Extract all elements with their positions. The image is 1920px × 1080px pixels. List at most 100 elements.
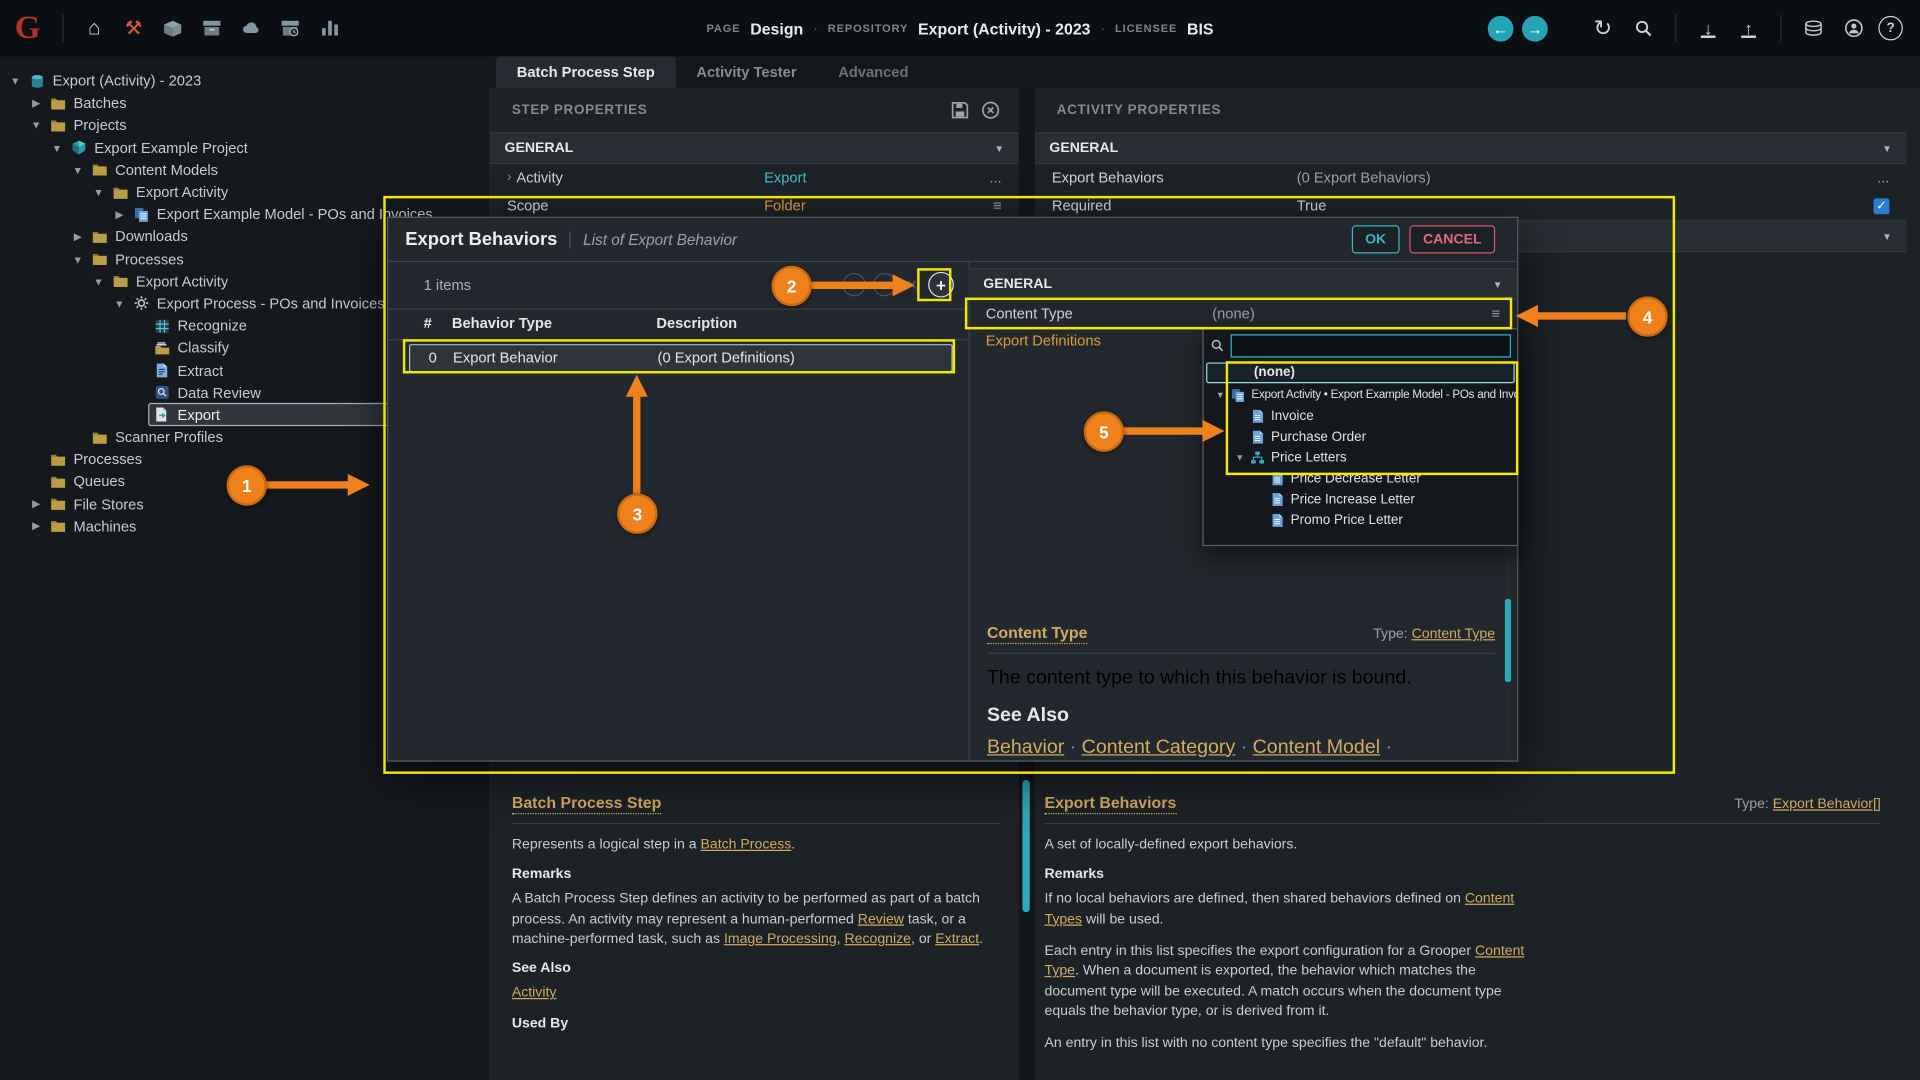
property-value[interactable]: (none) xyxy=(1212,305,1491,322)
search-input[interactable] xyxy=(1231,334,1511,357)
general-group-header[interactable]: GENERAL ▼ xyxy=(490,132,1019,164)
property-label[interactable]: Content Type xyxy=(986,305,1213,322)
ellipsis-button[interactable]: ... xyxy=(989,169,1001,186)
tree-item[interactable]: ▼Export (Activity) - 2023 xyxy=(0,70,490,92)
box-archive-icon[interactable] xyxy=(196,12,228,44)
forward-button[interactable]: → xyxy=(1522,15,1548,41)
tree-item[interactable]: ▼Projects xyxy=(0,114,490,136)
help-link[interactable]: Extract xyxy=(935,932,979,947)
cancel-button[interactable]: CANCEL xyxy=(1409,225,1495,253)
tree-item[interactable]: ▼ Content Models xyxy=(0,159,490,181)
expander-icon[interactable]: › xyxy=(507,170,511,185)
help-link[interactable]: Recognize xyxy=(844,932,911,947)
property-value[interactable]: Export xyxy=(764,169,989,186)
tab-advanced[interactable]: Advanced xyxy=(817,56,929,88)
chevron-down-icon[interactable]: ▼ xyxy=(7,75,23,87)
tab-batch-process-step[interactable]: Batch Process Step xyxy=(496,56,676,88)
help-link[interactable]: Behavior xyxy=(987,737,1064,758)
cloud-icon[interactable] xyxy=(235,12,267,44)
discard-close-icon[interactable] xyxy=(981,100,1002,121)
dropdown-item[interactable]: ▼Export Activity • Export Example Model … xyxy=(1204,384,1517,405)
property-label[interactable]: Required xyxy=(1052,197,1297,214)
property-label[interactable]: ›Activity xyxy=(507,169,764,186)
box-clock-icon[interactable] xyxy=(274,12,306,44)
type-link[interactable]: Export Behavior[] xyxy=(1773,797,1881,812)
tree-item[interactable]: ▼Export Activity xyxy=(0,181,490,203)
tree-item[interactable]: ▶Batches xyxy=(0,92,490,114)
dropdown-item[interactable]: Price Decrease Letter xyxy=(1204,468,1517,489)
help-link[interactable]: Content Model xyxy=(1253,737,1380,758)
chevron-right-icon[interactable]: ▶ xyxy=(28,96,44,109)
property-value[interactable]: True xyxy=(1297,197,1874,214)
save-icon[interactable] xyxy=(950,100,971,121)
help-link[interactable]: Batch Process xyxy=(700,838,791,853)
dropdown-item[interactable]: Promo Price Letter xyxy=(1204,509,1517,530)
dropdown-item[interactable]: Purchase Order xyxy=(1204,426,1517,447)
column-header: Behavior Type xyxy=(452,315,552,332)
chevron-down-icon[interactable]: ▼ xyxy=(70,253,86,265)
tree-item[interactable]: ▼Export Example Project xyxy=(0,137,490,159)
database-stack-icon[interactable] xyxy=(1798,12,1830,44)
grooper-logo[interactable]: G xyxy=(12,10,48,46)
move-up-button[interactable]: ↑ xyxy=(842,273,865,296)
help-link[interactable]: Content Category xyxy=(1082,737,1236,758)
property-value[interactable]: Folder xyxy=(764,197,993,214)
chevron-right-icon[interactable]: ▶ xyxy=(70,230,86,243)
chevron-down-icon[interactable]: ▼ xyxy=(91,275,107,287)
chevron-down-icon[interactable]: ▼ xyxy=(49,142,65,154)
tree-item-label: Content Models xyxy=(115,161,218,178)
chevron-down-icon[interactable]: ▼ xyxy=(70,164,86,176)
help-link[interactable]: Image Processing xyxy=(724,932,837,947)
chevron-right-icon[interactable]: ▶ xyxy=(28,497,44,510)
property-label[interactable]: Export Behaviors xyxy=(1052,169,1297,186)
checkbox-checked-icon[interactable]: ✓ xyxy=(1873,198,1889,214)
chevron-right-icon[interactable]: ▶ xyxy=(111,208,127,221)
tab-activity-tester[interactable]: Activity Tester xyxy=(676,56,818,88)
table-cell: 0 xyxy=(429,349,437,366)
delete-button[interactable]: ✕ xyxy=(906,276,918,293)
chevron-down-icon[interactable]: ▼ xyxy=(111,298,127,310)
tools-icon[interactable]: ⚒ xyxy=(118,12,150,44)
upload-icon[interactable]: ↑ xyxy=(1733,12,1765,44)
ellipsis-button[interactable]: ... xyxy=(1877,169,1889,186)
back-button[interactable]: ← xyxy=(1488,15,1514,41)
box-icon[interactable] xyxy=(157,12,189,44)
type-label: Type: xyxy=(1373,627,1407,642)
table-row[interactable]: 0Export Behavior(0 Export Definitions) xyxy=(409,344,953,372)
search-icon[interactable] xyxy=(1627,12,1659,44)
menu-button[interactable]: ≡ xyxy=(1491,305,1500,322)
scrollbar-thumb[interactable] xyxy=(1505,599,1511,682)
help-link[interactable]: Review xyxy=(858,912,904,927)
page-value[interactable]: Design xyxy=(750,19,803,37)
dropdown-item[interactable]: Invoice xyxy=(1204,405,1517,426)
property-value[interactable]: (0 Export Behaviors) xyxy=(1297,169,1877,186)
ok-button[interactable]: OK xyxy=(1352,225,1400,253)
property-label[interactable]: Export Definitions xyxy=(986,332,1213,349)
dropdown-item[interactable]: ▼Price Letters xyxy=(1204,447,1517,468)
type-link[interactable]: Content Type xyxy=(1412,627,1496,642)
repository-value[interactable]: Export (Activity) - 2023 xyxy=(918,19,1091,37)
dropdown-item-none[interactable]: (none) xyxy=(1206,362,1515,383)
add-button[interactable]: + xyxy=(928,272,954,298)
download-icon[interactable]: ↓ xyxy=(1692,12,1724,44)
chevron-down-icon[interactable]: ▼ xyxy=(91,186,107,198)
help-icon[interactable]: ? xyxy=(1878,16,1902,40)
help-link[interactable]: Activity xyxy=(512,986,557,1001)
scrollbar-track[interactable] xyxy=(1505,552,1511,758)
tree-item-label: Recognize xyxy=(178,317,247,334)
bar-chart-icon[interactable] xyxy=(313,12,345,44)
scrollbar-thumb[interactable] xyxy=(1022,780,1029,912)
refresh-icon[interactable]: ↻ xyxy=(1587,12,1619,44)
chevron-down-icon[interactable]: ▼ xyxy=(28,119,44,131)
property-label[interactable]: Scope xyxy=(507,197,764,214)
chevron-down-icon[interactable]: ▼ xyxy=(1213,389,1226,400)
general-group-header[interactable]: GENERAL ▼ xyxy=(1035,132,1907,164)
menu-button[interactable]: ≡ xyxy=(993,197,1002,214)
chevron-down-icon[interactable]: ▼ xyxy=(1233,452,1246,463)
general-group-header[interactable]: GENERAL ▼ xyxy=(969,268,1518,300)
move-down-button[interactable]: ↓ xyxy=(873,273,896,296)
chevron-right-icon[interactable]: ▶ xyxy=(28,520,44,533)
user-icon[interactable] xyxy=(1838,12,1870,44)
home-icon[interactable]: ⌂ xyxy=(78,12,110,44)
dropdown-item[interactable]: Price Increase Letter xyxy=(1204,489,1517,510)
